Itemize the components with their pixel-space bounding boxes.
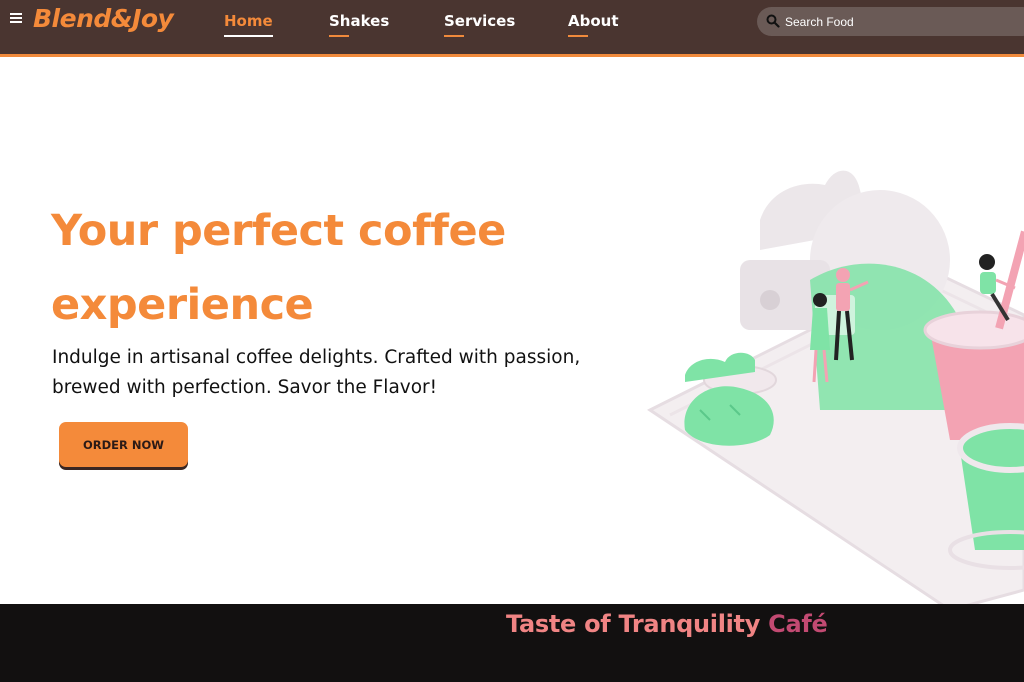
page: Blend&Joy Home Shakes Services About You… xyxy=(0,0,1024,682)
nav-link-about[interactable]: About xyxy=(568,12,619,37)
nav-link-label: Services xyxy=(444,12,516,30)
cafe-banner: Taste of Tranquility Café xyxy=(0,604,1024,682)
nav-link-label: Home xyxy=(224,12,273,30)
nav-link-shakes[interactable]: Shakes xyxy=(329,12,390,37)
cafe-banner-title: Taste of Tranquility Café xyxy=(506,610,828,638)
nav-link-services[interactable]: Services xyxy=(444,12,516,37)
order-now-button[interactable]: ORDER NOW xyxy=(59,422,188,467)
nav-link-home[interactable]: Home xyxy=(224,12,273,37)
search-icon[interactable] xyxy=(766,14,780,28)
search-bar xyxy=(757,7,1024,36)
brand-logo[interactable]: Blend&Joy xyxy=(33,4,174,33)
nav-underline xyxy=(568,35,588,37)
search-input[interactable] xyxy=(785,11,1015,32)
cafe-banner-title-main: Taste of Tranquility xyxy=(506,610,769,638)
nav-link-label: About xyxy=(568,12,619,30)
coffee-shop-illustration xyxy=(647,170,1024,610)
top-navbar: Blend&Joy Home Shakes Services About xyxy=(0,0,1024,57)
hero-title: Your perfect coffee experience xyxy=(51,206,506,330)
nav-underline xyxy=(329,35,349,37)
nav-active-underline xyxy=(224,35,273,37)
nav-link-label: Shakes xyxy=(329,12,390,30)
hamburger-menu-icon[interactable] xyxy=(10,13,24,25)
nav-underline xyxy=(444,35,464,37)
cafe-banner-title-accent: Café xyxy=(768,610,828,638)
hero-section: Your perfect coffee experience Indulge i… xyxy=(0,60,1024,610)
hero-subtitle: Indulge in artisanal coffee delights. Cr… xyxy=(52,347,581,398)
